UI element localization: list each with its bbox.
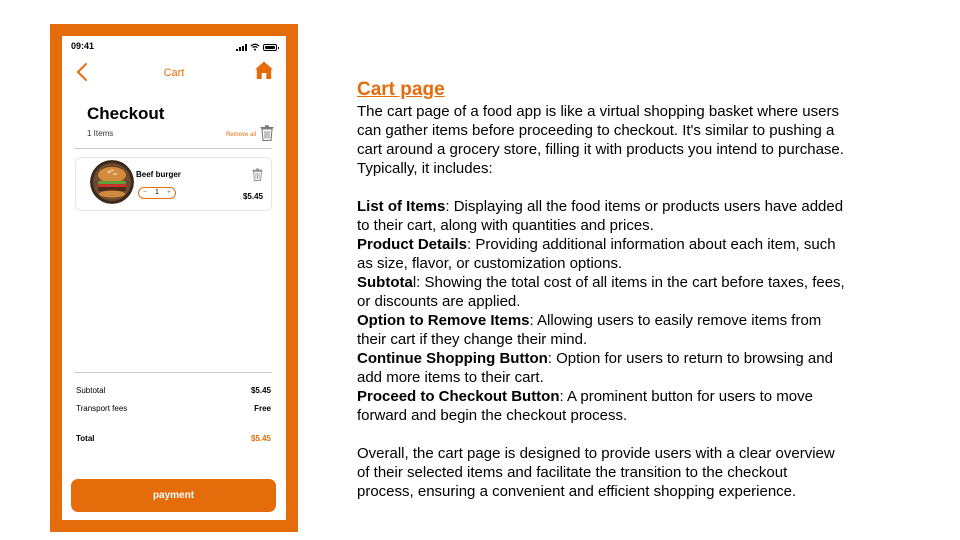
home-icon[interactable] [254, 60, 274, 80]
feature-term: Proceed to Checkout Button [357, 388, 560, 405]
status-time: 09:41 [71, 41, 95, 51]
feature-term: Continue Shopping Button [357, 350, 548, 367]
feature-item: Subtotal: Showing the total cost of all … [357, 273, 847, 311]
status-bar: 09:41 [62, 36, 286, 58]
item-name: Beef burger [136, 170, 181, 179]
feature-item: List of Items: Displaying all the food i… [357, 197, 847, 235]
feature-item: Continue Shopping Button: Option for use… [357, 349, 847, 387]
conclusion-paragraph: Overall, the cart page is designed to pr… [357, 445, 835, 500]
subtotal-label: Subtotal [76, 386, 106, 395]
total-value: $5.45 [250, 434, 271, 443]
status-icons [236, 43, 279, 51]
items-count: 1 Items [87, 129, 114, 138]
transport-label: Transport fees [76, 404, 128, 413]
remove-all-link[interactable]: Remove all [226, 132, 256, 138]
feature-term: Subtota [357, 274, 413, 291]
decrease-button[interactable]: − [143, 188, 147, 198]
battery-icon [263, 43, 279, 51]
feature-item: Product Details: Providing additional in… [357, 235, 847, 273]
total-row: Total $5.45 [76, 434, 271, 443]
trash-icon[interactable] [260, 125, 274, 141]
feature-list: List of Items: Displaying all the food i… [357, 197, 847, 425]
feature-term: Option to Remove Items [357, 312, 530, 329]
transport-value: Free [254, 404, 271, 413]
feature-desc: l: Showing the total cost of all items i… [357, 274, 845, 310]
divider [74, 372, 272, 373]
payment-button[interactable]: payment [71, 479, 276, 512]
feature-item: Proceed to Checkout Button: A prominent … [357, 387, 847, 425]
quantity-value: 1 [155, 189, 159, 196]
item-price: $5.45 [242, 192, 263, 201]
subtotal-row: Subtotal $5.45 [76, 386, 271, 395]
total-label: Total [76, 434, 95, 443]
burger-image [90, 160, 134, 204]
trash-icon[interactable] [252, 168, 263, 181]
nav-bar: Cart [62, 58, 286, 90]
transport-row: Transport fees Free [76, 404, 271, 413]
cart-item-card: Beef burger − 1 + $5.45 [75, 157, 272, 211]
phone-screen: 09:41 Cart Checkout 1 Items Remove all B… [62, 36, 286, 520]
intro-paragraph: The cart page of a food app is like a vi… [357, 103, 844, 177]
quantity-stepper[interactable]: − 1 + [138, 187, 176, 199]
feature-item: Option to Remove Items: Allowing users t… [357, 311, 847, 349]
divider [74, 148, 272, 149]
subtotal-value: $5.45 [250, 386, 271, 395]
feature-term: List of Items [357, 198, 446, 215]
wifi-icon [250, 43, 260, 51]
checkout-title: Checkout [87, 104, 165, 123]
nav-title: Cart [163, 67, 185, 79]
increase-button[interactable]: + [167, 188, 171, 198]
signal-icon [236, 43, 247, 51]
panel-title: Cart page [357, 79, 445, 100]
description-panel: Cart page The cart page of a food app is… [357, 79, 847, 501]
feature-term: Product Details [357, 236, 468, 253]
phone-frame: 09:41 Cart Checkout 1 Items Remove all B… [50, 24, 298, 532]
